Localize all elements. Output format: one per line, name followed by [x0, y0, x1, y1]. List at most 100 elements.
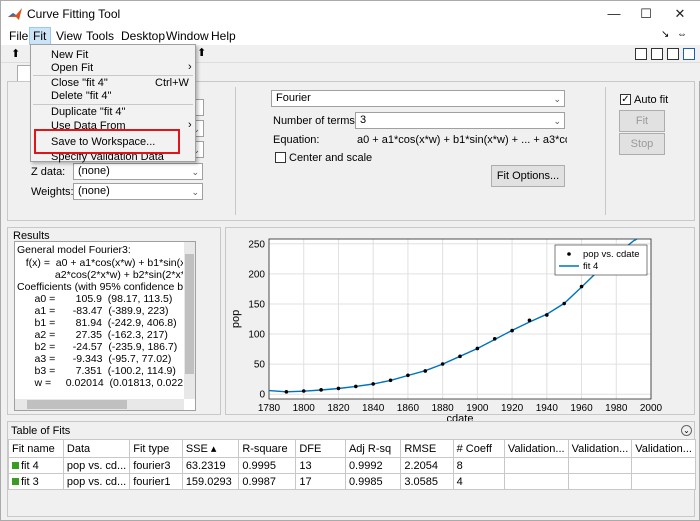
cell-text: fourier3	[133, 459, 171, 472]
data-point	[579, 284, 584, 289]
submenu-arrow-icon: ›	[188, 119, 192, 131]
menu-desktop[interactable]: Desktop	[121, 29, 165, 43]
table-row[interactable]: fit 3 pop vs. cd... fourier1 159.0293 0.9987…	[8, 473, 696, 490]
menubar-arrow-icon[interactable]: ↘	[661, 29, 669, 40]
table-cell: fit 3	[8, 473, 64, 490]
auto-fit-label: Auto fit	[634, 94, 669, 106]
x-tick-label: 1960	[570, 403, 593, 414]
column-header[interactable]: Fit name	[8, 439, 64, 458]
table-cell: 63.2319	[181, 457, 240, 474]
fit-type-select[interactable]: Fourier ⌄	[271, 90, 565, 107]
cell-text: 3.0585	[404, 475, 439, 488]
center-scale-label: Center and scale	[289, 152, 373, 164]
tab-fit-4[interactable]	[17, 65, 31, 81]
column-header[interactable]: Validation...	[567, 439, 633, 458]
x-tick-label: 1940	[536, 403, 559, 414]
z-data-label: Z data:	[31, 166, 66, 178]
column-header[interactable]: Fit type	[129, 439, 183, 458]
results-horizontal-scrollbar[interactable]	[15, 399, 184, 410]
column-header[interactable]: Data	[62, 439, 131, 458]
table-cell	[567, 473, 633, 490]
fit-button[interactable]: Fit	[619, 110, 665, 132]
result-line: a2 = 27.35 (-162.3, 217)	[17, 329, 168, 341]
matlab-logo-icon	[8, 8, 22, 20]
cell-text: 63.2319	[185, 459, 226, 472]
table-cell: fit 4	[8, 457, 64, 474]
number-of-terms-select[interactable]: 3 ⌄	[355, 112, 565, 129]
results-text: General model Fourier3: f(x) = a0 + a1*c…	[17, 245, 183, 399]
fit-options-button[interactable]: Fit Options...	[491, 165, 565, 187]
y-tick-label: 150	[248, 299, 265, 310]
column-header[interactable]: Validation...	[631, 439, 696, 458]
equation-value: a0 + a1*cos(x*w) + b1*sin(x*w) + ... + a…	[357, 134, 567, 146]
menubar-expand-icon[interactable]: ⇔	[677, 29, 687, 40]
layout-single-icon[interactable]	[683, 48, 695, 60]
panel-divider	[235, 87, 236, 215]
table-cell: 3.0585	[400, 473, 454, 490]
cell-text: pop vs. cd...	[66, 459, 127, 472]
data-point	[319, 388, 323, 392]
weights-select[interactable]: (none) ⌄	[73, 183, 203, 200]
collapse-table-icon[interactable]: ⌄	[681, 425, 692, 436]
menu-tools[interactable]: Tools	[86, 29, 114, 43]
results-vertical-scrollbar[interactable]	[184, 242, 195, 399]
cell-text: fit 4	[21, 459, 39, 472]
column-header[interactable]: DFE	[295, 439, 346, 458]
result-line: w = 0.02014 (0.01813, 0.02216)	[17, 377, 184, 389]
menu-file[interactable]: File	[9, 29, 28, 43]
layout-cols-icon[interactable]	[667, 48, 679, 60]
menu-window[interactable]: Window	[166, 29, 209, 43]
menu-item-new-fit[interactable]: New Fit	[51, 49, 88, 61]
layout-rows-icon[interactable]	[651, 48, 663, 60]
toolbar-tool-icon[interactable]: ⬆	[11, 47, 20, 60]
menu-item-delete-fit[interactable]: Delete "fit 4"	[51, 90, 111, 102]
menu-separator	[33, 104, 193, 105]
menu-item-duplicate-fit[interactable]: Duplicate "fit 4"	[51, 106, 125, 118]
data-point	[406, 373, 410, 378]
cell-text: 2.2054	[404, 459, 439, 472]
table-cell: 0.9985	[344, 473, 402, 490]
table-row[interactable]: fit 4 pop vs. cd... fourier3 63.2319 0.9995 1…	[8, 457, 696, 474]
menu-fit[interactable]: Fit	[33, 29, 46, 43]
result-line: f(x) = a0 + a1*cos(x*w) + b1*sin(x*w	[17, 257, 183, 269]
x-tick-label: 1980	[605, 403, 628, 414]
window-title: Curve Fitting Tool	[27, 7, 121, 21]
layout-grid-icon[interactable]	[635, 48, 647, 60]
menu-help[interactable]: Help	[211, 29, 236, 43]
column-header[interactable]: Validation...	[503, 439, 569, 458]
menu-view[interactable]: View	[56, 29, 82, 43]
menu-item-close-fit[interactable]: Close "fit 4"	[51, 77, 108, 89]
minimize-button[interactable]: —	[599, 4, 629, 24]
cell-text: pop vs. cd...	[66, 475, 127, 488]
data-point	[458, 354, 462, 359]
table-cell	[503, 457, 569, 474]
maximize-button[interactable]: ☐	[631, 4, 661, 24]
legend-marker	[567, 252, 571, 256]
stop-button[interactable]: Stop	[619, 133, 665, 155]
column-header[interactable]: SSE ▴	[181, 439, 240, 458]
column-header[interactable]: Adj R-sq	[344, 439, 402, 458]
column-header[interactable]: R-square	[238, 439, 297, 458]
z-data-select[interactable]: (none) ⌄	[73, 163, 203, 180]
data-point	[284, 390, 289, 394]
center-scale-checkbox[interactable]	[275, 152, 286, 163]
table-cell: 17	[295, 473, 346, 490]
data-point	[475, 346, 480, 351]
table-of-fits: Fit name Data Fit type SSE ▴ R-square DFE Adj …	[8, 439, 696, 490]
close-button[interactable]: ✕	[665, 4, 695, 24]
auto-fit-checkbox[interactable]: ✓	[620, 94, 631, 105]
cell-text: 8	[456, 459, 463, 472]
cell-text: fourier1	[133, 475, 171, 488]
toolbar-tool2-icon[interactable]: ⬆	[197, 46, 206, 59]
menu-item-open-fit[interactable]: Open Fit	[51, 62, 93, 74]
cell-text: 159.0293	[185, 475, 232, 488]
data-point	[440, 362, 445, 366]
table-cell: 0.9995	[238, 457, 297, 474]
column-header[interactable]: # Coeff	[452, 439, 505, 458]
data-point	[527, 318, 532, 323]
column-header[interactable]: RMSE	[400, 439, 454, 458]
fit-plot[interactable]: 1780 1800 1820 1840 1860 1880 1900 1920 1940 1960…	[225, 227, 695, 421]
legend-label: fit 4	[583, 261, 598, 272]
cell-text: 0.9985	[348, 475, 383, 488]
table-cell: 0.9987	[238, 473, 297, 490]
